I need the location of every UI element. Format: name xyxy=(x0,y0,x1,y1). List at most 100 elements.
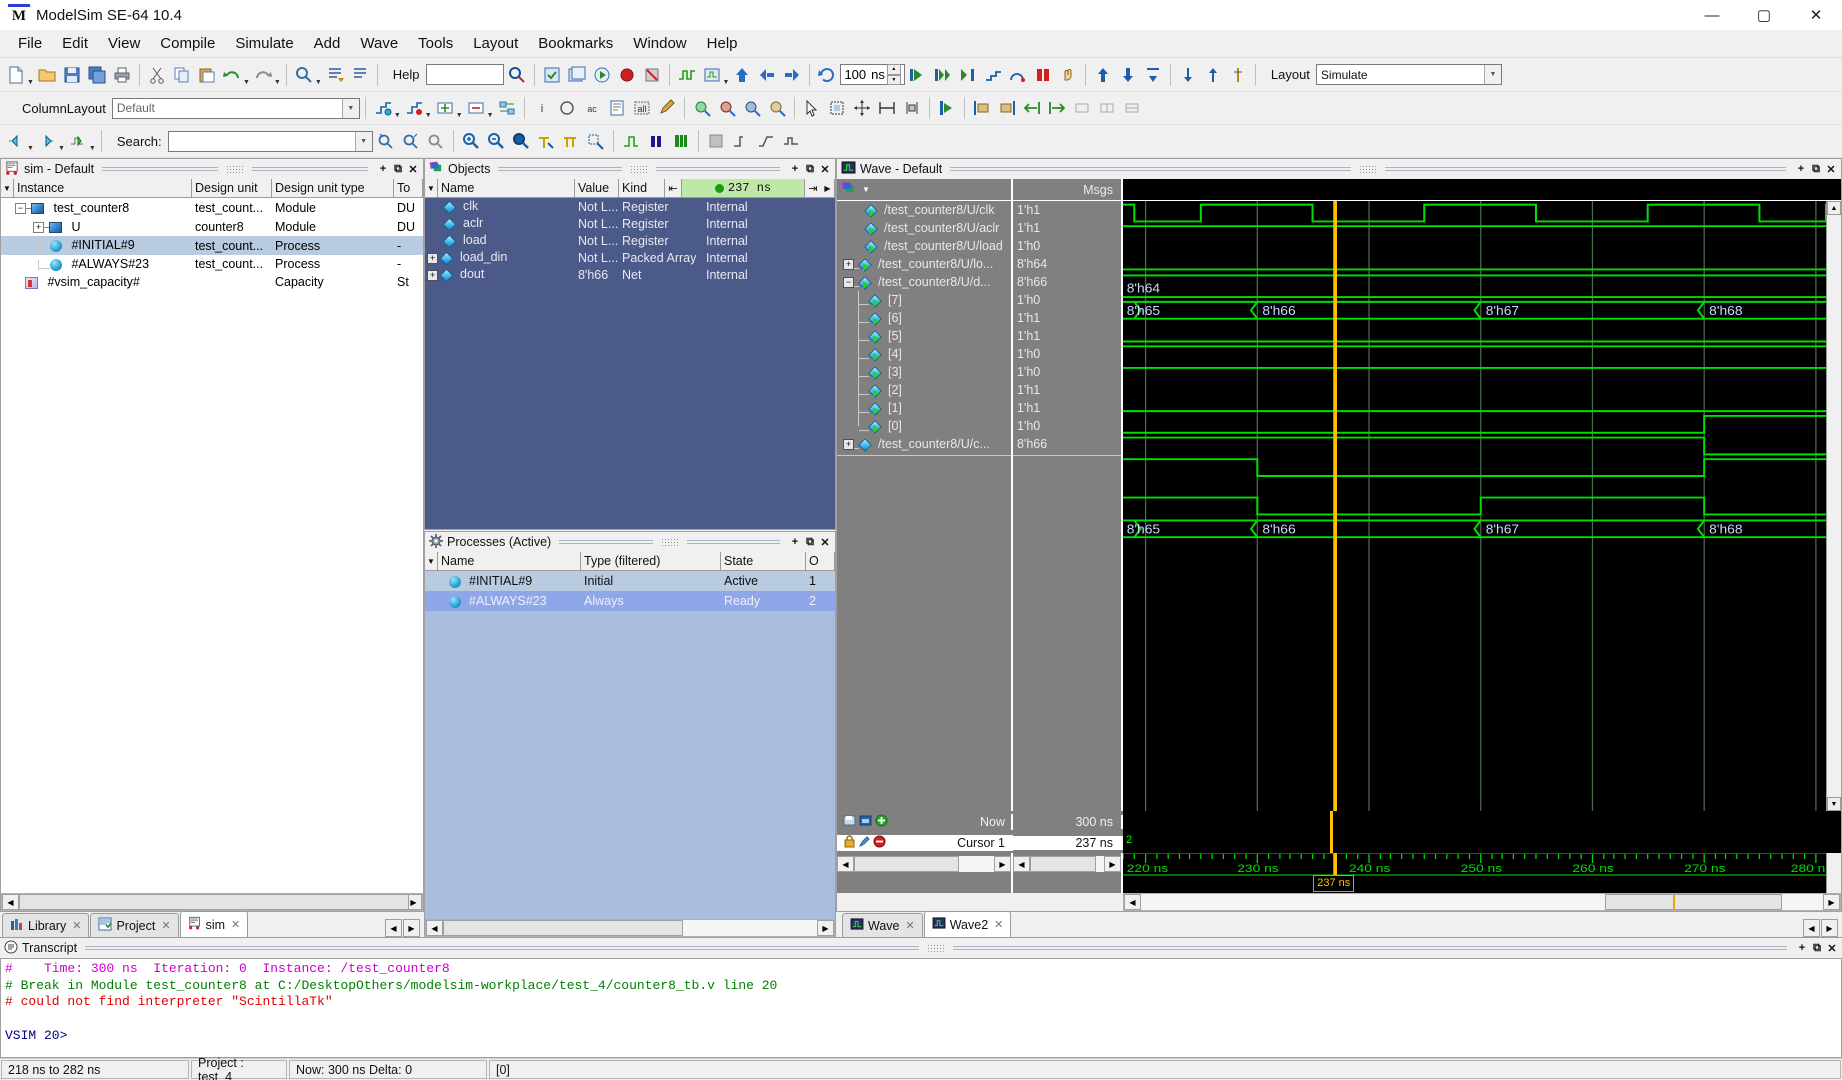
wave-signal-row[interactable]: [2] xyxy=(837,381,1011,399)
search-next-icon[interactable] xyxy=(399,129,423,153)
wave-signal-row[interactable]: [3] xyxy=(837,363,1011,381)
transcript-body[interactable]: # Time: 300 ns Iteration: 0 Instance: /t… xyxy=(0,958,1842,1058)
simulate-icon[interactable] xyxy=(590,63,614,87)
menu-view[interactable]: View xyxy=(98,32,150,55)
chevron-down-icon[interactable]: ▼ xyxy=(354,131,372,151)
find-transition-icon[interactable] xyxy=(66,129,90,153)
new-file-dropdown-icon[interactable]: ▼ xyxy=(27,79,34,89)
ungroup-dropdown-icon[interactable]: ▼ xyxy=(487,112,494,122)
objects-time-prev-icon[interactable]: ⇤ xyxy=(665,179,682,197)
processes-panel-undock-icon[interactable]: ⧉ xyxy=(803,535,817,550)
new-file-icon[interactable] xyxy=(4,63,28,87)
align-left-icon[interactable] xyxy=(970,96,994,120)
configure-cursor-icon[interactable] xyxy=(858,835,871,851)
radix-ascii-icon[interactable]: ac xyxy=(580,96,604,120)
table-row[interactable]: + load_din Not L... Packed Array Internal xyxy=(425,249,835,266)
select-mode-icon[interactable] xyxy=(800,96,824,120)
menu-tools[interactable]: Tools xyxy=(408,32,463,55)
wave-slope-icon[interactable] xyxy=(754,129,778,153)
search-prev-icon[interactable] xyxy=(374,129,398,153)
bookmark-down-icon[interactable] xyxy=(1116,63,1140,87)
wave-signal-row[interactable]: [5] xyxy=(837,327,1011,345)
move-left-icon[interactable] xyxy=(1020,96,1044,120)
sim-panel-grip[interactable] xyxy=(102,166,219,173)
wave-signal-row[interactable]: /test_counter8/U/load xyxy=(837,237,1011,255)
wave-timeline[interactable]: 220 ns 230 ns 240 ns 250 ns 260 ns 270 n… xyxy=(1122,852,1841,893)
run-length-spinner[interactable]: ▲ ▼ xyxy=(886,64,901,85)
wave-options-icon[interactable] xyxy=(700,63,724,87)
table-row[interactable]: clk Not L... Register Internal xyxy=(425,198,835,215)
help-search-icon[interactable] xyxy=(505,63,529,87)
sim-panel-dock-icon[interactable]: + xyxy=(376,162,390,177)
wave-vscroll-down-icon[interactable]: ▼ xyxy=(1827,797,1841,811)
wave-signal-row[interactable]: + /test_counter8/U/lo... xyxy=(837,255,1011,273)
wave-tab-scroll-left-icon[interactable]: ◀ xyxy=(1803,919,1820,937)
save-cursor-icon[interactable] xyxy=(843,814,857,830)
bookmark-top-icon[interactable] xyxy=(1141,63,1165,87)
run-length-field[interactable]: 100 ns ▲ ▼ xyxy=(840,64,905,85)
menu-help[interactable]: Help xyxy=(697,32,748,55)
wave-signal-row[interactable]: [1] xyxy=(837,399,1011,417)
wave-cursor-row[interactable]: Cursor 1 237 ns 2 xyxy=(837,832,1841,853)
wave-names-hscroll-left-icon[interactable]: ◀ xyxy=(837,856,854,872)
tab-wave[interactable]: Wave ✕ xyxy=(842,913,923,937)
properties-icon[interactable] xyxy=(605,96,629,120)
search-options-icon[interactable] xyxy=(424,129,448,153)
objects-panel-grip[interactable] xyxy=(498,166,623,173)
wave-style-2-icon[interactable] xyxy=(644,129,668,153)
wave-options-dropdown-icon[interactable]: ▼ xyxy=(723,79,730,89)
objects-row-expander[interactable]: + xyxy=(427,269,438,281)
run-up-icon[interactable] xyxy=(730,63,754,87)
wave-zoom-in-icon[interactable] xyxy=(690,96,714,120)
zoom-mode-icon[interactable] xyxy=(825,96,849,120)
menu-edit[interactable]: Edit xyxy=(52,32,98,55)
sim-sort-indicator-icon[interactable]: ▼ xyxy=(1,179,14,197)
sim-hscroll-track[interactable] xyxy=(19,894,409,910)
restart-icon[interactable] xyxy=(815,63,839,87)
sim-panel-close-icon[interactable]: ✕ xyxy=(406,162,420,177)
wave-panel-dock-icon[interactable]: + xyxy=(1794,162,1808,177)
select-all-icon[interactable]: all xyxy=(630,96,654,120)
undo-icon[interactable] xyxy=(220,63,244,87)
step-icon[interactable] xyxy=(981,63,1005,87)
table-row[interactable]: + dout 8'h66 Net Internal xyxy=(425,266,835,283)
wave-signal-names[interactable]: /test_counter8/U/clk /test_counter8/U/ac… xyxy=(837,201,1013,811)
redo-icon[interactable] xyxy=(251,63,275,87)
zoom-selection-icon[interactable] xyxy=(584,129,608,153)
ungroup-icon[interactable] xyxy=(464,96,488,120)
tab-sim[interactable]: sim ✕ xyxy=(179,911,249,937)
wave-hscroll-track[interactable] xyxy=(1141,894,1823,910)
objects-col-value[interactable]: Value xyxy=(575,179,619,197)
load-cursor-icon[interactable] xyxy=(859,814,873,830)
transcript-grip[interactable] xyxy=(85,945,920,952)
find-signal-next-dropdown-icon[interactable]: ▼ xyxy=(58,145,65,155)
menu-bookmarks[interactable]: Bookmarks xyxy=(528,32,623,55)
table-row[interactable]: load Not L... Register Internal xyxy=(425,232,835,249)
menu-layout[interactable]: Layout xyxy=(463,32,528,55)
step-back-icon[interactable] xyxy=(755,63,779,87)
sim-panel-undock-icon[interactable]: ⧉ xyxy=(391,162,405,177)
wave-panel-grip2[interactable] xyxy=(1385,166,1786,173)
compile-icon[interactable] xyxy=(540,63,564,87)
menu-window[interactable]: Window xyxy=(623,32,696,55)
wave-signal-expander[interactable]: + xyxy=(843,438,854,450)
tab-library[interactable]: Library ✕ xyxy=(2,913,90,937)
sim-hscroll-left-icon[interactable]: ◀ xyxy=(2,894,19,910)
wave-vscroll-up-icon[interactable]: ▲ xyxy=(1827,201,1841,215)
wave-zoom-full-icon[interactable] xyxy=(740,96,764,120)
table-row[interactable]: #INITIAL#9 test_count... Process - xyxy=(1,236,423,255)
wave-names-header[interactable]: ▼ xyxy=(837,179,1013,200)
processes-panel-grip2[interactable] xyxy=(686,539,781,546)
measure-mode-icon[interactable] xyxy=(875,96,899,120)
processes-col-name[interactable]: Name xyxy=(438,552,581,570)
menu-wave[interactable]: Wave xyxy=(350,32,408,55)
wave-names-hscroll-right-icon[interactable]: ▶ xyxy=(994,856,1011,872)
processes-panel-dots[interactable] xyxy=(660,538,679,546)
move-right-icon[interactable] xyxy=(1045,96,1069,120)
cursor-prev-icon[interactable] xyxy=(1176,63,1200,87)
find-next-icon[interactable] xyxy=(323,63,347,87)
wave-signal-row[interactable]: [4] xyxy=(837,345,1011,363)
table-row[interactable]: #INITIAL#9 Initial Active 1 xyxy=(425,571,835,591)
sim-row-expander[interactable]: − xyxy=(15,203,26,215)
save-icon[interactable] xyxy=(60,63,84,87)
